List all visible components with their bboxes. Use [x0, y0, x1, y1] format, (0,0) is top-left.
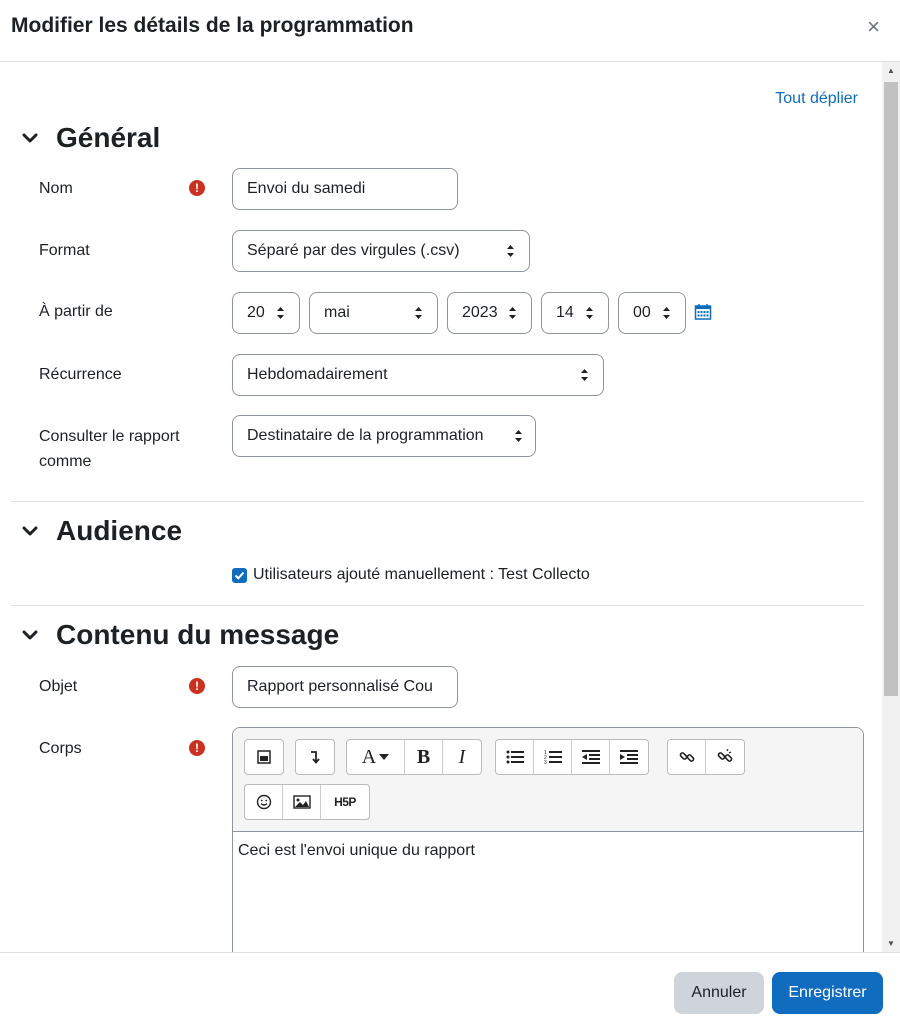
image-icon[interactable]: [283, 785, 321, 819]
unlink-icon[interactable]: [706, 740, 744, 774]
section-divider: [11, 605, 864, 606]
year-select[interactable]: 2023: [447, 292, 532, 334]
checkmark-icon: [234, 571, 245, 580]
body-editor[interactable]: A B I 123 H5P Ceci est l'envoi unique du…: [232, 727, 864, 952]
select-caret-icon: [509, 307, 516, 319]
minute-select[interactable]: 00: [618, 292, 686, 334]
media-icon[interactable]: [245, 740, 283, 774]
bold-icon[interactable]: B: [405, 740, 443, 774]
minute-select-value: 00: [633, 304, 651, 321]
font-color-icon[interactable]: A: [347, 740, 405, 774]
audience-checkbox[interactable]: [232, 567, 247, 583]
svg-text:3: 3: [544, 760, 547, 765]
audience-checkbox-row[interactable]: Utilisateurs ajouté manuellement : Test …: [232, 566, 590, 584]
name-input[interactable]: Envoi du samedi: [232, 168, 458, 210]
hour-select[interactable]: 14: [541, 292, 609, 334]
expand-all-link[interactable]: Tout déplier: [775, 90, 858, 108]
modal-title: Modifier les détails de la programmation: [11, 14, 414, 37]
select-caret-icon: [415, 307, 422, 319]
scrollbar[interactable]: ▲ ▼: [882, 62, 900, 952]
close-button[interactable]: ×: [867, 16, 880, 38]
toggle-toolbar-icon[interactable]: [296, 740, 334, 774]
cancel-button[interactable]: Annuler: [674, 972, 764, 1014]
view-as-label-line2: comme: [39, 453, 92, 470]
scroll-thumb[interactable]: [884, 82, 898, 696]
toolbar-group: [244, 739, 284, 775]
subject-label: Objet: [39, 678, 78, 695]
section-audience-title: Audience: [56, 515, 183, 546]
body-label: Corps: [39, 740, 82, 757]
audience-checkbox-label: Utilisateurs ajouté manuellement : Test …: [253, 566, 590, 583]
recurrence-select-value: Hebdomadairement: [247, 366, 388, 383]
select-caret-icon: [581, 369, 588, 381]
required-icon: !: [189, 180, 205, 196]
toolbar-group: [295, 739, 335, 775]
section-audience-toggle[interactable]: Audience: [20, 515, 182, 547]
hour-select-value: 14: [556, 304, 574, 321]
unordered-list-icon[interactable]: [496, 740, 534, 774]
chevron-down-icon: [22, 133, 38, 143]
view-as-select[interactable]: Destinataire de la programmation: [232, 415, 536, 457]
required-icon: !: [189, 678, 205, 694]
select-caret-icon: [507, 245, 514, 257]
modal-body: Tout déplier Général Nom ! Envoi du same…: [0, 62, 900, 952]
toolbar-group: [667, 739, 745, 775]
section-general-title: Général: [56, 122, 161, 153]
toolbar-group: H5P: [244, 784, 370, 820]
editor-content[interactable]: Ceci est l'envoi unique du rapport: [233, 832, 863, 870]
modal-header: Modifier les détails de la programmation…: [0, 0, 900, 62]
year-select-value: 2023: [462, 304, 498, 321]
view-as-label-line1: Consulter le rapport: [39, 428, 180, 445]
day-select-value: 20: [247, 304, 265, 321]
section-divider: [11, 501, 864, 502]
chevron-down-icon: [22, 526, 38, 536]
save-button[interactable]: Enregistrer: [772, 972, 883, 1014]
section-message-toggle[interactable]: Contenu du message: [20, 619, 339, 651]
outdent-icon[interactable]: [572, 740, 610, 774]
italic-icon[interactable]: I: [443, 740, 481, 774]
ordered-list-icon[interactable]: 123: [534, 740, 572, 774]
select-caret-icon: [277, 307, 284, 319]
toolbar-group: A B I: [346, 739, 482, 775]
h5p-icon[interactable]: H5P: [321, 785, 369, 819]
name-label: Nom: [39, 180, 73, 197]
format-label: Format: [39, 242, 90, 259]
section-message-title: Contenu du message: [56, 619, 340, 650]
subject-input[interactable]: Rapport personnalisé Cou: [232, 666, 458, 708]
format-select-value: Séparé par des virgules (.csv): [247, 242, 460, 259]
view-as-select-value: Destinataire de la programmation: [247, 427, 484, 444]
scroll-up-arrow-icon[interactable]: ▲: [887, 66, 895, 75]
month-select-value: mai: [324, 304, 350, 321]
modal-footer: Annuler Enregistrer: [0, 952, 900, 1028]
select-caret-icon: [586, 307, 593, 319]
month-select[interactable]: mai: [309, 292, 438, 334]
section-general-toggle[interactable]: Général: [20, 122, 160, 154]
recurrence-select[interactable]: Hebdomadairement: [232, 354, 604, 396]
link-icon[interactable]: [668, 740, 706, 774]
view-as-label: Consulter le rapport comme: [39, 424, 180, 474]
from-label: À partir de: [39, 303, 113, 320]
scroll-down-arrow-icon[interactable]: ▼: [887, 939, 895, 948]
format-select[interactable]: Séparé par des virgules (.csv): [232, 230, 530, 272]
editor-toolbar: A B I 123 H5P: [233, 728, 863, 832]
calendar-icon[interactable]: [694, 303, 712, 321]
required-icon: !: [189, 740, 205, 756]
indent-icon[interactable]: [610, 740, 648, 774]
chevron-down-icon: [22, 630, 38, 640]
select-caret-icon: [663, 307, 670, 319]
emoji-icon[interactable]: [245, 785, 283, 819]
toolbar-group: 123: [495, 739, 649, 775]
select-caret-icon: [515, 430, 522, 442]
recurrence-label: Récurrence: [39, 366, 122, 383]
day-select[interactable]: 20: [232, 292, 300, 334]
